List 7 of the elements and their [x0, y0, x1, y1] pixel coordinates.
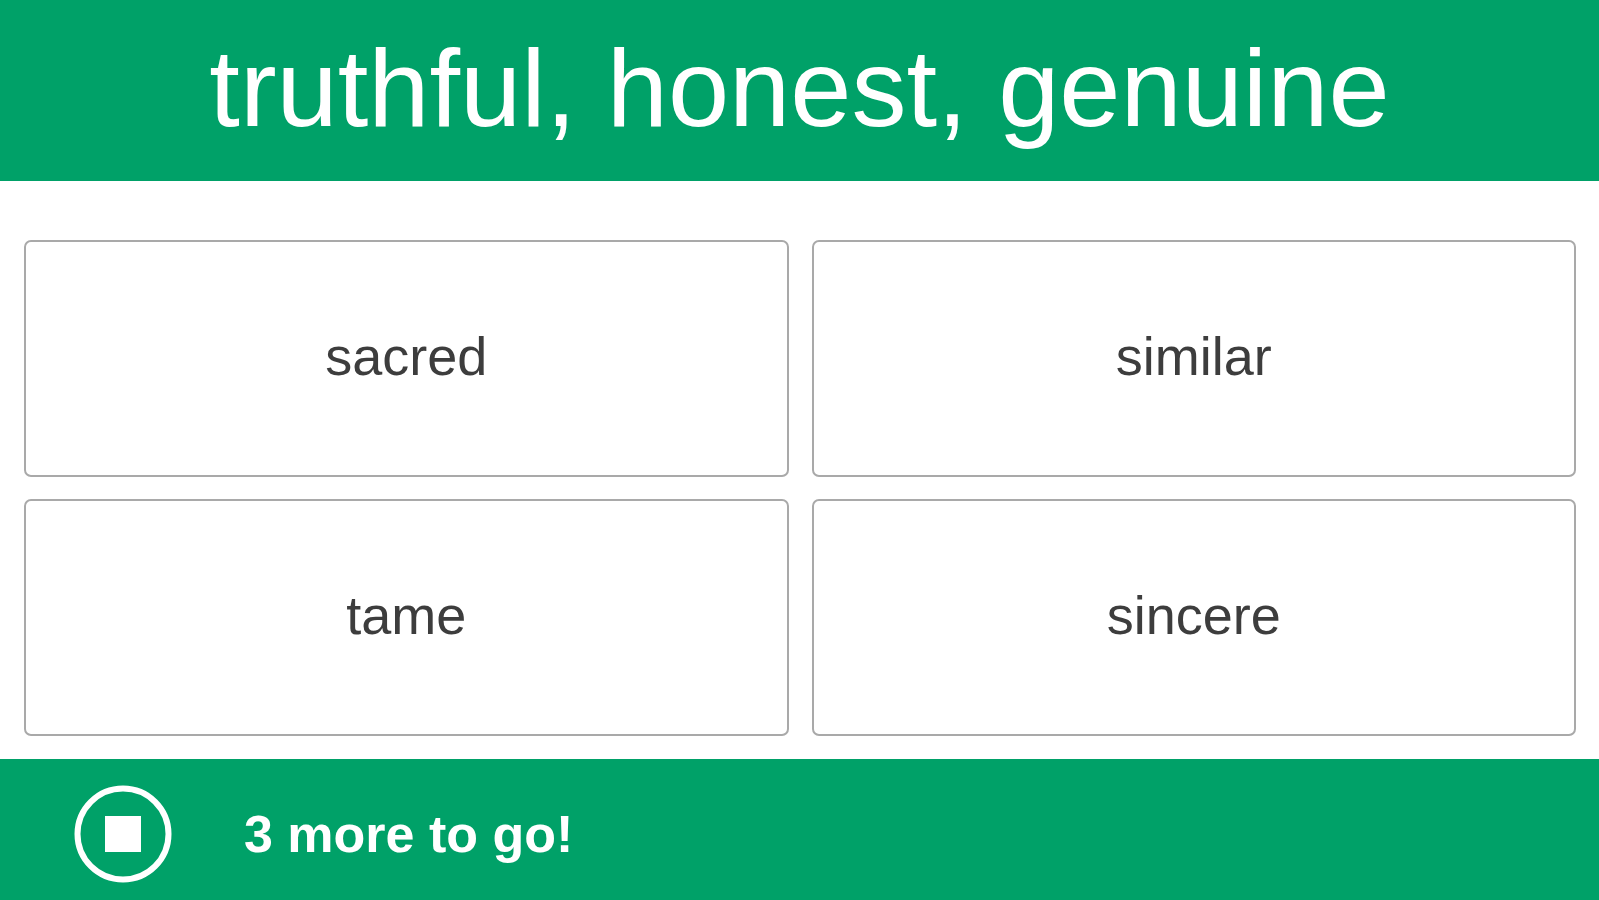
- stop-button[interactable]: [74, 784, 172, 883]
- answer-choice[interactable]: tame: [24, 499, 789, 736]
- stop-icon: [74, 784, 172, 883]
- answer-choice[interactable]: sincere: [811, 499, 1576, 736]
- answer-choice[interactable]: similar: [811, 240, 1576, 477]
- answer-choice[interactable]: sacred: [24, 240, 789, 477]
- prompt-title: truthful, honest, genuine: [209, 32, 1390, 149]
